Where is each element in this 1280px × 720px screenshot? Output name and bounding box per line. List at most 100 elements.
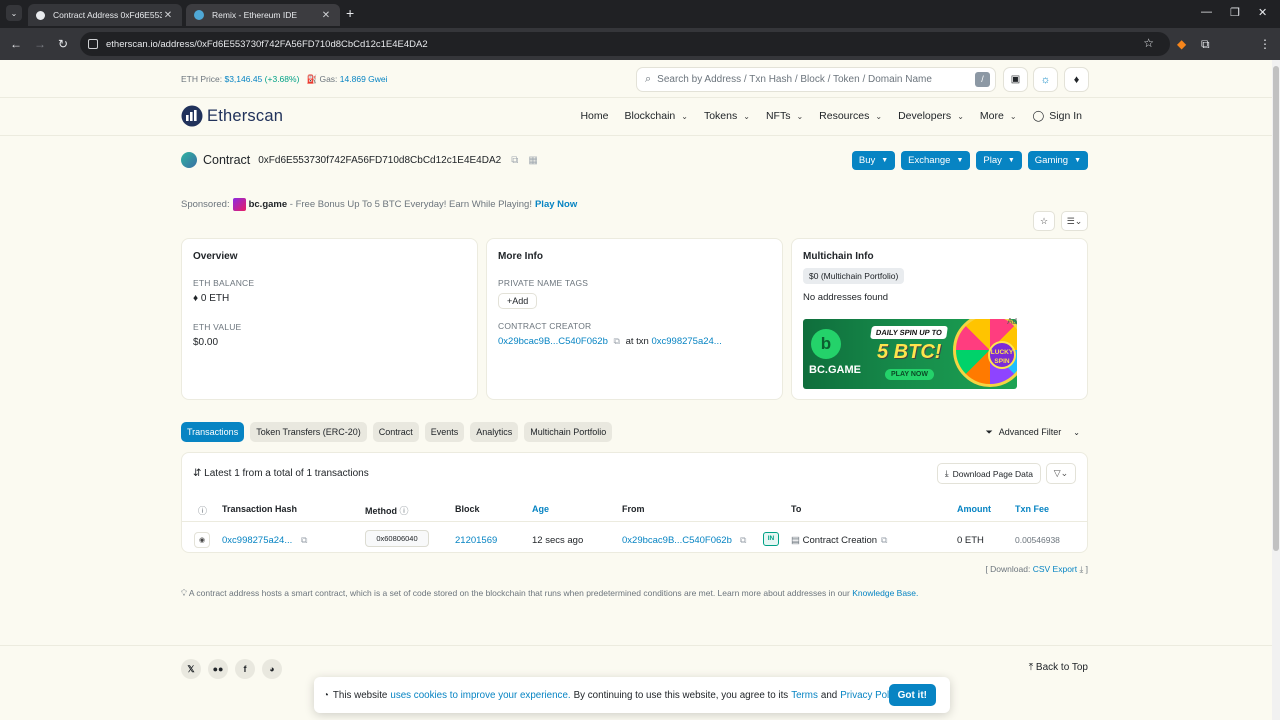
table-filter-button[interactable]: ▽⌄: [1046, 463, 1076, 484]
url-bar[interactable]: etherscan.io/address/0xFd6E553730f742FA5…: [80, 32, 1170, 56]
nav-nfts[interactable]: NFTs ⌄: [766, 110, 803, 122]
qr-code-icon[interactable]: ▦: [528, 155, 537, 166]
sponsor-cta-link[interactable]: Play Now: [535, 199, 577, 210]
play-button[interactable]: Play ▼: [976, 151, 1022, 170]
nav-resources[interactable]: Resources ⌄: [819, 110, 882, 122]
amount-value: 0 ETH: [957, 535, 984, 546]
medium-icon[interactable]: ●●: [208, 659, 228, 679]
etherscan-logo[interactable]: Etherscan: [181, 105, 283, 127]
chevron-down-icon: ⌄: [957, 112, 964, 121]
tab-contract[interactable]: Contract: [372, 422, 419, 442]
exchange-button[interactable]: Exchange ▼: [901, 151, 971, 170]
copy-icon[interactable]: ⧉: [614, 336, 620, 346]
copy-icon[interactable]: ⧉: [881, 535, 887, 546]
col-amount[interactable]: Amount: [957, 504, 991, 514]
back-to-top-label: Back to Top: [1035, 662, 1088, 673]
cookie-banner: ◔ This website uses cookies to improve y…: [314, 677, 950, 713]
close-tab-icon[interactable]: ✕: [162, 10, 174, 21]
from-address-link[interactable]: 0x29bcac9B...C540F062b: [622, 535, 732, 546]
options-button[interactable]: ☰⌄: [1061, 211, 1088, 231]
creator-txn-link[interactable]: 0xc998275a24...: [651, 336, 721, 347]
metamask-extension-icon[interactable]: ◆: [1177, 37, 1186, 51]
tab-multichain-portfolio[interactable]: Multichain Portfolio: [524, 422, 613, 442]
help-icon[interactable]: ⓘ: [400, 506, 409, 516]
back-to-top-link[interactable]: ⤒ Back to Top: [1029, 662, 1088, 673]
close-tab-icon[interactable]: ✕: [320, 10, 332, 21]
forward-icon[interactable]: →: [34, 37, 46, 51]
facebook-icon[interactable]: f: [235, 659, 255, 679]
cookies-link[interactable]: uses cookies to improve your experience.: [390, 690, 570, 701]
maximize-icon[interactable]: ❐: [1230, 6, 1240, 19]
bookmark-star-icon[interactable]: ☆: [1143, 36, 1154, 50]
sponsor-brand[interactable]: bc.game: [249, 199, 288, 210]
download-icon: ⤓: [944, 468, 949, 478]
address-tabs: Transactions Token Transfers (ERC-20) Co…: [181, 422, 613, 442]
buy-button[interactable]: Buy ▼: [851, 151, 896, 170]
scrollbar-thumb[interactable]: [1273, 66, 1279, 551]
nav-more[interactable]: More ⌄: [980, 110, 1017, 122]
menu-icon[interactable]: ⋮: [1259, 37, 1271, 51]
browser-tab-remix[interactable]: Remix - Ethereum IDE ✕: [186, 4, 340, 26]
site-info-icon[interactable]: [88, 39, 98, 49]
eye-icon[interactable]: ◉: [194, 532, 210, 548]
gas-value[interactable]: 14.869 Gwei: [340, 74, 388, 84]
nav-label: Developers: [898, 110, 952, 122]
close-window-icon[interactable]: ✕: [1258, 6, 1267, 19]
card-title: More Info: [498, 251, 543, 262]
logo-text: Etherscan: [207, 106, 284, 125]
nav-home[interactable]: Home: [580, 110, 608, 122]
sign-in-link[interactable]: ◯ Sign In: [1033, 110, 1082, 122]
nav-developers[interactable]: Developers ⌄: [898, 110, 964, 122]
reload-icon[interactable]: ↻: [58, 37, 68, 51]
tab-token-transfers[interactable]: Token Transfers (ERC-20): [250, 422, 367, 442]
creator-address-link[interactable]: 0x29bcac9B...C540F062b: [498, 336, 608, 347]
info-icon[interactable]: ⓘ: [198, 504, 207, 517]
new-tab-icon[interactable]: +: [346, 5, 354, 21]
tab-events[interactable]: Events: [424, 422, 465, 442]
contract-creator-label: CONTRACT CREATOR: [498, 321, 592, 331]
back-icon[interactable]: ←: [10, 37, 22, 51]
download-icon: ⤓: [1079, 564, 1084, 574]
nav-tokens[interactable]: Tokens ⌄: [704, 110, 750, 122]
search-icon: ⌕: [645, 73, 652, 85]
eth-price-value[interactable]: $3,146.45: [224, 74, 262, 84]
block-link[interactable]: 21201569: [455, 535, 497, 546]
chevron-down-icon: ⌄: [875, 112, 883, 121]
favorite-button[interactable]: ☆: [1033, 211, 1055, 231]
extensions-icon[interactable]: ⧉: [1201, 37, 1210, 52]
copy-icon[interactable]: ⧉: [511, 155, 518, 166]
knowledge-base-link[interactable]: Knowledge Base.: [852, 588, 918, 598]
add-private-tag-button[interactable]: + Add: [498, 293, 538, 309]
bc-game-ad-banner[interactable]: b BC.GAME DAILY SPIN UP TO 5 BTC! PLAY N…: [803, 319, 1017, 389]
contract-file-icon: ▤: [791, 535, 800, 546]
minimize-icon[interactable]: —: [1201, 6, 1212, 18]
download-page-data-button[interactable]: ⤓ Download Page Data: [936, 463, 1041, 484]
copy-icon[interactable]: ⧉: [740, 535, 746, 546]
gaming-button[interactable]: Gaming ▼: [1027, 151, 1088, 170]
got-it-button[interactable]: Got it!: [888, 684, 936, 706]
multichain-portfolio-badge[interactable]: $0 (Multichain Portfolio): [803, 268, 905, 284]
csv-export-link[interactable]: CSV Export: [1033, 564, 1077, 574]
txn-hash-link[interactable]: 0xc998275a24...: [222, 535, 292, 546]
theme-toggle-button[interactable]: ☼: [1033, 67, 1058, 92]
reddit-icon[interactable]: ◕: [262, 659, 282, 679]
col-txn-fee[interactable]: Txn Fee: [1015, 504, 1049, 514]
col-age[interactable]: Age: [532, 504, 549, 514]
note-text: A contract address hosts a smart contrac…: [188, 588, 850, 598]
page-scrollbar[interactable]: [1272, 60, 1280, 720]
network-button[interactable]: ♦: [1064, 67, 1089, 92]
tab-transactions[interactable]: Transactions: [181, 422, 245, 442]
notifications-button[interactable]: ▣: [1003, 67, 1028, 92]
advanced-filter-button[interactable]: ⏷ Advanced Filter ⌄: [978, 422, 1088, 442]
search-input[interactable]: ⌕ Search by Address / Txn Hash / Block /…: [636, 67, 996, 92]
terms-link[interactable]: Terms: [791, 690, 818, 701]
chevron-down-icon: ⌄: [1073, 427, 1080, 437]
chevron-down-icon: ▼: [1007, 157, 1015, 164]
browser-tab-etherscan[interactable]: Contract Address 0xFd6E55373 ✕: [28, 4, 182, 26]
x-twitter-icon[interactable]: 𝕏: [181, 659, 201, 679]
tab-search-button[interactable]: ⌄: [6, 5, 22, 21]
nav-blockchain[interactable]: Blockchain ⌄: [624, 110, 687, 122]
private-tags-label: PRIVATE NAME TAGS: [498, 278, 589, 288]
copy-icon[interactable]: ⧉: [301, 535, 307, 546]
tab-analytics[interactable]: Analytics: [470, 422, 519, 442]
